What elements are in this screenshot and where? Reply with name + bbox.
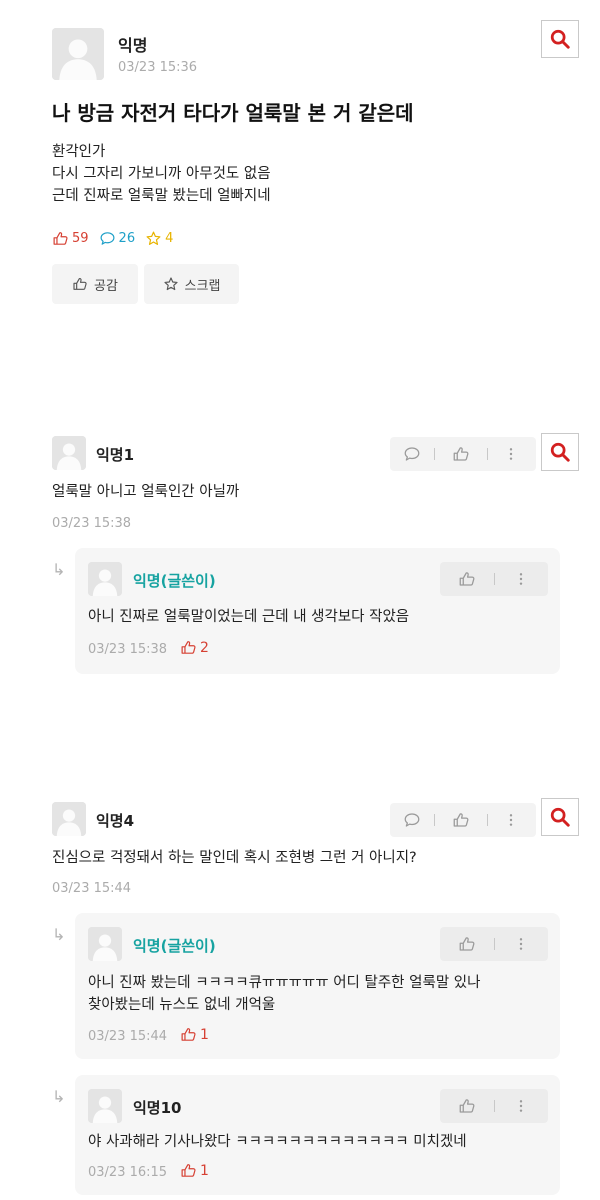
comment-avatar (52, 436, 86, 470)
reply-button[interactable] (390, 445, 434, 463)
post-time: 03/23 15:36 (118, 60, 198, 75)
reply-author: 익명10 (133, 1099, 182, 1117)
comment-author: 익명1 (96, 446, 135, 464)
comment-count: 26 (118, 231, 136, 246)
like-count: 59 (72, 231, 89, 246)
thumb-up-icon (72, 276, 88, 292)
like-icon (180, 1162, 197, 1179)
search-button[interactable] (541, 433, 579, 471)
reply-time: 03/23 16:15 (88, 1165, 168, 1180)
post-title: 나 방금 자전거 타다가 얼룩말 본 거 같은데 (52, 101, 414, 125)
reply-like-count: 2 (200, 639, 209, 656)
scrap-button-label: 스크랩 (184, 278, 221, 294)
search-button[interactable] (541, 798, 579, 836)
reply-card: 익명(글쓴이) 아니 진짜로 얼룩말이었는데 근데 내 생각보다 작았음 03/… (75, 548, 560, 674)
like-reply-button[interactable] (440, 570, 494, 588)
post-author: 익명 (118, 36, 148, 55)
comment-icon (99, 230, 116, 247)
like-reply-button[interactable] (440, 1097, 494, 1115)
search-icon (549, 441, 571, 463)
star-icon (163, 276, 179, 292)
more-button[interactable] (488, 812, 534, 828)
thumb-up-icon (458, 1097, 476, 1115)
post-avatar (52, 28, 104, 80)
like-button[interactable]: 공감 (52, 264, 138, 304)
comment-actions (390, 803, 536, 837)
post-body-line-1: 환각인가 (52, 144, 106, 160)
reply-like-count: 1 (200, 1026, 209, 1043)
more-button[interactable] (495, 571, 547, 587)
reply-avatar (88, 1089, 122, 1123)
more-dots-icon (513, 1098, 529, 1114)
reply-time: 03/23 15:44 (88, 1029, 168, 1044)
comment-author: 익명4 (96, 812, 135, 830)
scrap-icon (145, 230, 162, 247)
reply-arrow-icon: ↳ (52, 1087, 66, 1106)
reply-avatar (88, 927, 122, 961)
like-reply-button[interactable] (440, 935, 494, 953)
comment-text: 얼룩말 아니고 얼룩인간 아닐까 (52, 484, 240, 500)
post-stats: 59 26 4 (52, 230, 173, 247)
reply-actions (440, 1089, 548, 1123)
thumb-up-icon (458, 935, 476, 953)
comment-time: 03/23 15:44 (52, 881, 132, 896)
post-body-line-2: 다시 그자리 가보니까 아무것도 없음 (52, 166, 271, 182)
reply-likes: 1 (180, 1026, 209, 1043)
comment-avatar (52, 802, 86, 836)
more-dots-icon (503, 446, 519, 462)
reply-text-line-2: 찾아봤는데 뉴스도 없네 개억울 (88, 997, 276, 1013)
reply-like-count: 1 (200, 1162, 209, 1179)
more-button[interactable] (495, 1098, 547, 1114)
scrap-button[interactable]: 스크랩 (144, 264, 239, 304)
more-dots-icon (513, 571, 529, 587)
reply-actions (440, 562, 548, 596)
reply-likes: 1 (180, 1162, 209, 1179)
more-dots-icon (503, 812, 519, 828)
post-body-line-3: 근데 진짜로 얼룩말 봤는데 얼빠지네 (52, 188, 271, 204)
search-button[interactable] (541, 20, 579, 58)
reply-arrow-icon: ↳ (52, 925, 66, 944)
reply-author: 익명(글쓴이) (133, 937, 216, 955)
like-comment-button[interactable] (435, 445, 487, 463)
reply-arrow-icon: ↳ (52, 560, 66, 579)
reply-card: 익명(글쓴이) 아니 진짜 봤는데 ㅋㅋㅋㅋ큐ㅠㅠㅠㅠㅠ 어디 탈주한 얼룩말 … (75, 913, 560, 1059)
speech-bubble-icon (403, 445, 421, 463)
reply-likes: 2 (180, 639, 209, 656)
more-dots-icon (513, 936, 529, 952)
like-icon (180, 639, 197, 656)
reply-text: 아니 진짜로 얼룩말이었는데 근데 내 생각보다 작았음 (88, 609, 410, 625)
thumb-up-icon (452, 445, 470, 463)
like-comment-button[interactable] (435, 811, 487, 829)
like-icon (180, 1026, 197, 1043)
reply-time: 03/23 15:38 (88, 642, 168, 657)
search-icon (549, 806, 571, 828)
search-icon (549, 28, 571, 50)
comment-time: 03/23 15:38 (52, 516, 132, 531)
reply-author: 익명(글쓴이) (133, 572, 216, 590)
more-button[interactable] (495, 936, 547, 952)
reply-actions (440, 927, 548, 961)
scrap-count: 4 (165, 231, 174, 246)
comment-text: 진심으로 걱정돼서 하는 말인데 혹시 조현병 그런 거 아니지? (52, 850, 417, 866)
reply-card: 익명10 야 사과해라 기사나왔다 ㅋㅋㅋㅋㅋㅋㅋㅋㅋㅋㅋㅋㅋ 미치겠네 03/… (75, 1075, 560, 1195)
reply-text: 야 사과해라 기사나왔다 ㅋㅋㅋㅋㅋㅋㅋㅋㅋㅋㅋㅋㅋ 미치겠네 (88, 1134, 467, 1150)
reply-text-line-1: 아니 진짜 봤는데 ㅋㅋㅋㅋ큐ㅠㅠㅠㅠㅠ 어디 탈주한 얼룩말 있나 (88, 975, 481, 991)
like-button-label: 공감 (94, 278, 118, 294)
like-icon (52, 230, 69, 247)
comment-actions (390, 437, 536, 471)
thumb-up-icon (458, 570, 476, 588)
speech-bubble-icon (403, 811, 421, 829)
reply-button[interactable] (390, 811, 434, 829)
reply-avatar (88, 562, 122, 596)
thumb-up-icon (452, 811, 470, 829)
more-button[interactable] (488, 446, 534, 462)
